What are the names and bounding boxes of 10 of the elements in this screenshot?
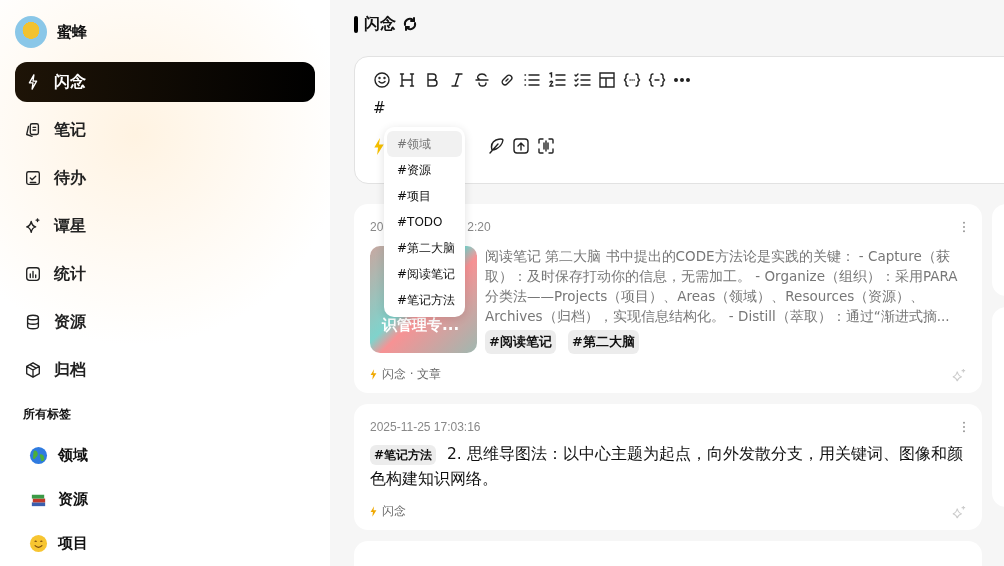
article-excerpt: 阅读笔记 第二大脑 书中提出的CODE方法论是实践的关键： - Capture（获取）：及时保存打动你的信息，无需加工。 - Organize（组织）：采用PARA分类法——Projects（项目）、Areas（领域）、Resources（资源）、Archives（归档），实现信息结构化。 - Distill（萃取）：通过“渐进式摘...: [485, 247, 959, 326]
timestamp: 2:20: [467, 220, 491, 234]
note-source: 闪念 · 文章: [382, 366, 442, 383]
timestamp: 2025-11-25 17:03:16: [370, 420, 481, 434]
timestamp: 20: [370, 220, 384, 234]
section-heading: 所有标签: [23, 406, 72, 423]
page-title: 闪念: [364, 13, 396, 35]
note-text: #笔记方法 2. 思维导图法：以中心主题为起点，向外发散分支，用关键词、图像和颜色构建知识网络。: [370, 444, 964, 490]
user-name: 蜜蜂: [57, 22, 87, 42]
note-source: 闪念: [382, 503, 406, 520]
